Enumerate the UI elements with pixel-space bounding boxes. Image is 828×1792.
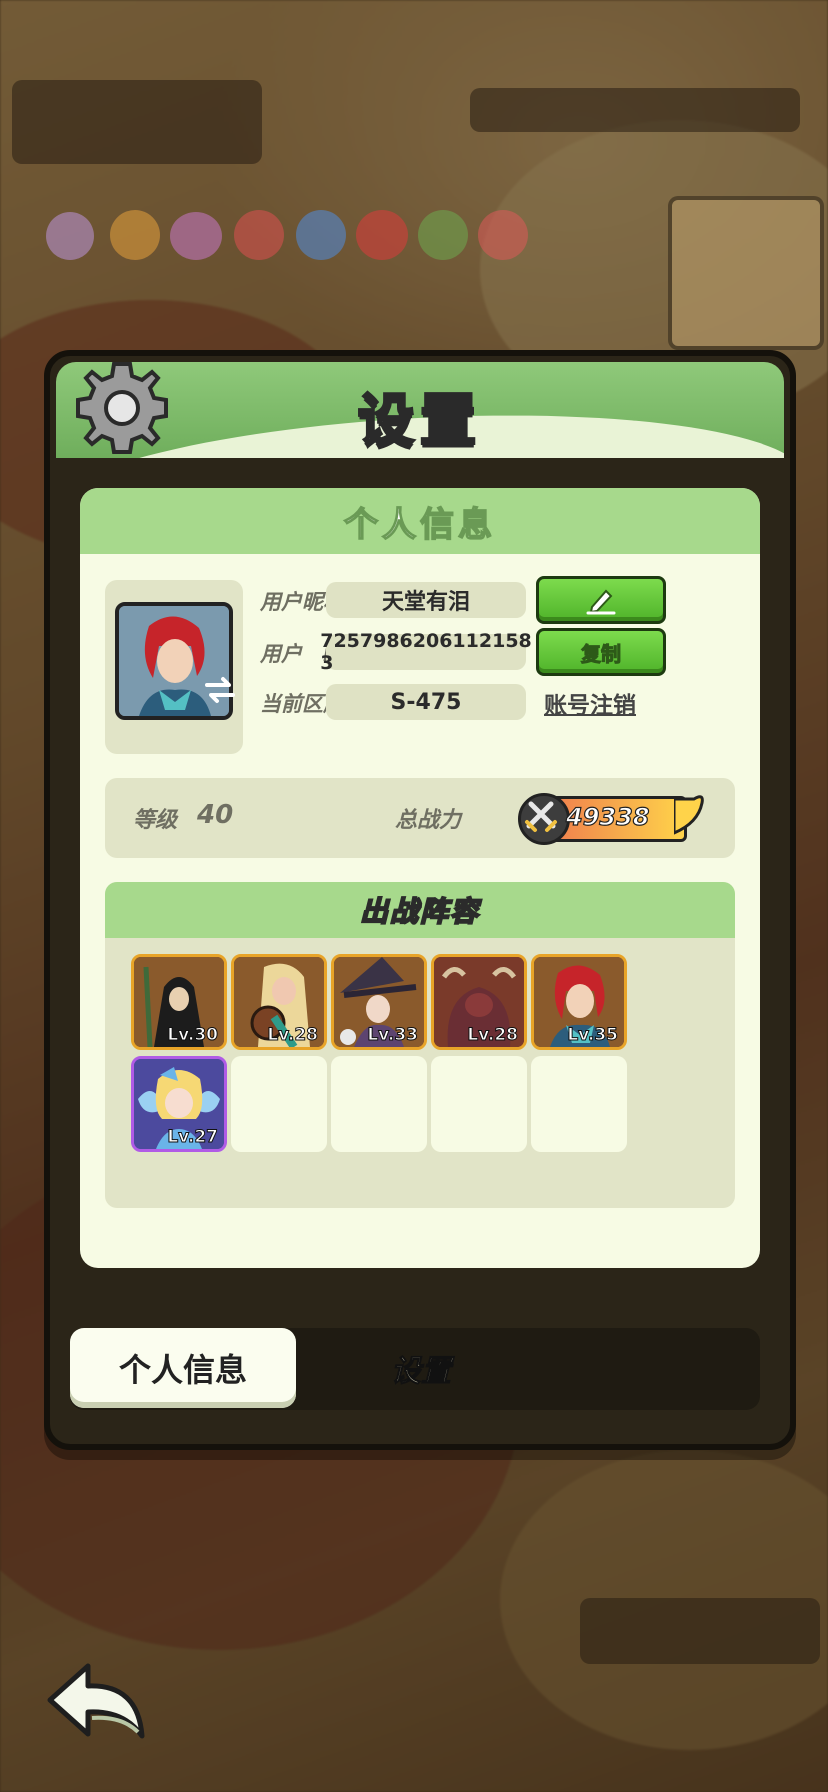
- profile-card: 个人信息 用户昵称 天堂有泪: [80, 488, 760, 1268]
- event-icon: [110, 210, 160, 260]
- battle-lineup: 出战阵容 Lv.30 Lv.28 Lv.33 Lv.28 Lv.35 Lv.27: [105, 882, 735, 1208]
- avatar-container[interactable]: [105, 580, 243, 754]
- lineup-header: 出战阵容: [105, 882, 735, 938]
- currency-hud: [470, 88, 800, 132]
- power-badge: 49338: [518, 793, 704, 845]
- user-id-field: 7257986206112158​3: [320, 630, 532, 674]
- copy-id-button[interactable]: 复制: [536, 628, 666, 676]
- tab-settings[interactable]: 设置: [296, 1328, 546, 1408]
- settings-dialog: 设置 个人信息 用户昵称 天堂有泪 用户 ID 7257986206112158…: [44, 350, 796, 1450]
- task-hud: [580, 1598, 820, 1664]
- event-icon: [170, 212, 222, 260]
- crossed-swords-icon: [518, 793, 570, 845]
- tab-profile[interactable]: 个人信息: [70, 1328, 296, 1408]
- event-icon: [234, 210, 284, 260]
- stats-bar: 等级 40 总战力 49338: [105, 778, 735, 858]
- empty-hero-slot[interactable]: [431, 1056, 527, 1152]
- hero-slot[interactable]: Lv.30: [131, 954, 227, 1050]
- swap-avatar-icon[interactable]: [203, 676, 237, 704]
- minimap: [668, 196, 824, 350]
- edit-nickname-button[interactable]: [536, 576, 666, 624]
- level-value: 40: [197, 800, 234, 830]
- player-info-hud: [12, 80, 262, 164]
- power-label: 总战力: [395, 808, 462, 833]
- hero-slot[interactable]: Lv.27: [131, 1056, 227, 1152]
- hero-slot[interactable]: Lv.28: [431, 954, 527, 1050]
- empty-hero-slot[interactable]: [331, 1056, 427, 1152]
- level-label: 等级: [133, 808, 178, 833]
- hero-slot[interactable]: Lv.28: [231, 954, 327, 1050]
- profile-card-header: 个人信息: [80, 488, 760, 554]
- event-icon: [46, 212, 94, 260]
- dialog-tab-bar: 个人信息 设置: [70, 1328, 760, 1410]
- event-icon: [296, 210, 346, 260]
- nickname-field: 天堂有泪: [326, 582, 526, 618]
- power-value: 49338: [565, 802, 650, 831]
- delete-account-link[interactable]: 账号注销: [544, 686, 636, 720]
- back-arrow-icon[interactable]: [44, 1660, 148, 1744]
- pencil-icon: [586, 589, 616, 615]
- empty-hero-slot[interactable]: [231, 1056, 327, 1152]
- event-icon: [418, 210, 468, 260]
- hero-slot[interactable]: Lv.33: [331, 954, 427, 1050]
- server-field: S-475: [326, 684, 526, 720]
- event-icon: [478, 210, 528, 260]
- hero-slot[interactable]: Lv.35: [531, 954, 627, 1050]
- event-icon: [356, 210, 408, 260]
- gear-icon: [76, 362, 168, 454]
- empty-hero-slot[interactable]: [531, 1056, 627, 1152]
